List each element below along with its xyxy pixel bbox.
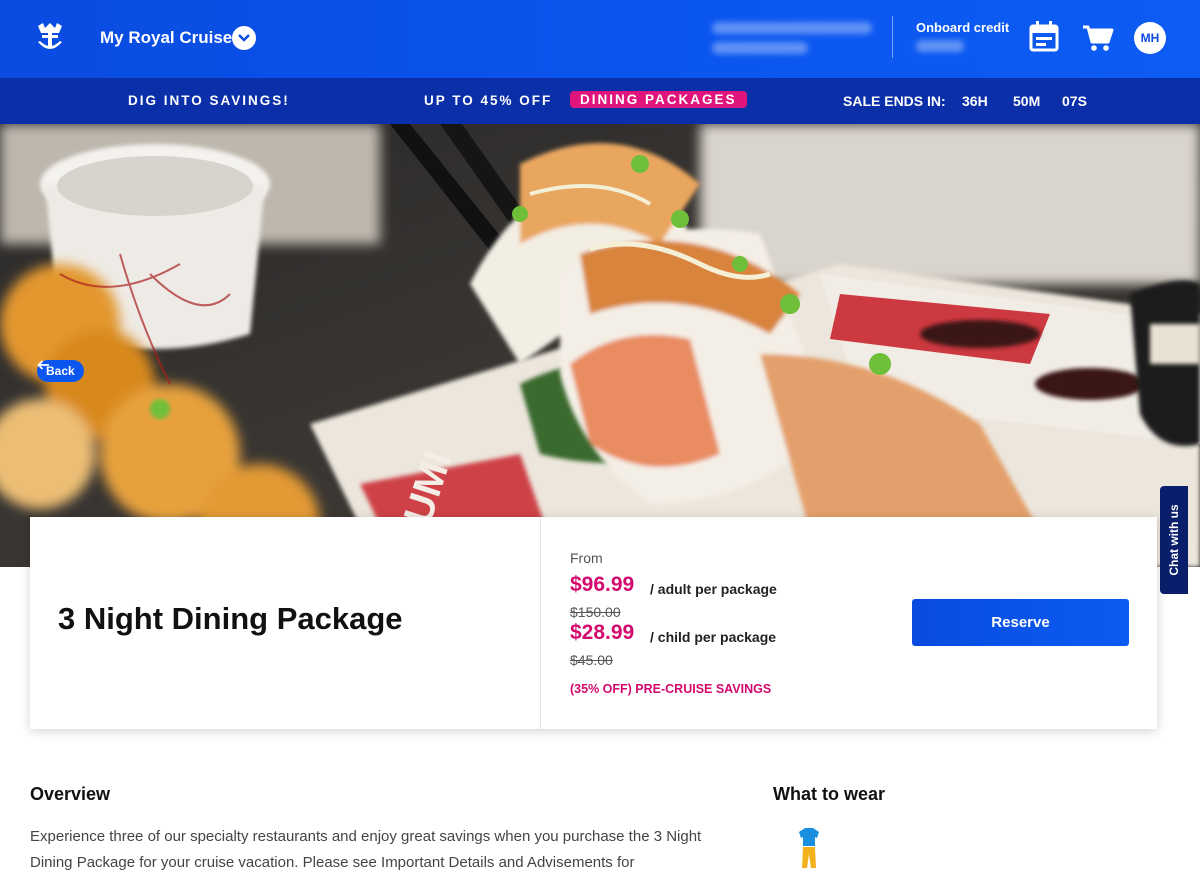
back-label: Back (46, 364, 75, 378)
chat-label: Chat with us (1167, 504, 1181, 576)
child-original-price: $45.00 (570, 652, 613, 668)
hero-image-carousel: IZUMI Back (0, 124, 1200, 567)
brand-title[interactable]: My Royal Cruise (100, 28, 232, 48)
reserve-button[interactable]: Reserve (912, 599, 1129, 646)
countdown-hours: 36H (962, 93, 988, 109)
shopping-cart-icon[interactable] (1082, 20, 1114, 54)
child-price: $28.99 (570, 621, 635, 644)
countdown-seconds: 07S (1062, 93, 1087, 109)
adult-original-price: $150.00 (570, 604, 621, 620)
overview-heading: Overview (30, 784, 111, 804)
brand-dropdown-chevron-icon[interactable] (232, 26, 256, 50)
overview-description: Experience three of our specialty restau… (30, 824, 720, 873)
royal-caribbean-crown-anchor-logo[interactable] (34, 20, 66, 54)
arrow-left-icon (37, 360, 49, 370)
top-navigation-bar: My Royal Cruise Onboard credit MH (0, 0, 1200, 78)
sale-ends-label: SALE ENDS IN: (843, 93, 946, 109)
promo-discount-text: UP TO 45% OFF (424, 93, 553, 108)
package-title: 3 Night Dining Package (58, 601, 403, 636)
onboard-credit-value-redacted (916, 40, 964, 52)
promo-banner[interactable]: DIG INTO SAVINGS! UP TO 45% OFF DINING P… (0, 78, 1200, 124)
chat-with-us-tab[interactable]: Chat with us (1160, 486, 1188, 594)
promo-headline: DIG INTO SAVINGS! (128, 93, 290, 108)
adult-price-unit: / adult per package (650, 581, 777, 597)
onboard-credit-label[interactable]: Onboard credit (916, 20, 1009, 35)
sushi-hero-illustration: IZUMI (0, 124, 1200, 567)
redacted-ship-info (708, 18, 876, 60)
from-label: From (570, 550, 603, 566)
card-divider (540, 517, 541, 729)
savings-text: (35% OFF) PRE-CRUISE SAVINGS (570, 682, 772, 696)
adult-price: $96.99 (570, 573, 635, 596)
promo-highlight-badge: DINING PACKAGES (570, 91, 747, 108)
overview-line-1: Experience three of our specialty restau… (30, 828, 702, 845)
what-to-wear-heading: What to wear (773, 784, 886, 804)
package-summary-card: 3 Night Dining Package From $96.99 / adu… (30, 517, 1157, 729)
user-avatar[interactable]: MH (1134, 22, 1166, 54)
back-button[interactable]: Back (37, 360, 84, 382)
overview-line-2: Dining Package for your cruise vacation.… (30, 854, 635, 871)
calendar-icon[interactable] (1028, 20, 1060, 54)
header-divider (892, 16, 893, 58)
countdown-minutes: 50M (1013, 93, 1041, 109)
child-price-unit: / child per package (650, 629, 777, 645)
casual-outfit-icon (799, 828, 819, 868)
